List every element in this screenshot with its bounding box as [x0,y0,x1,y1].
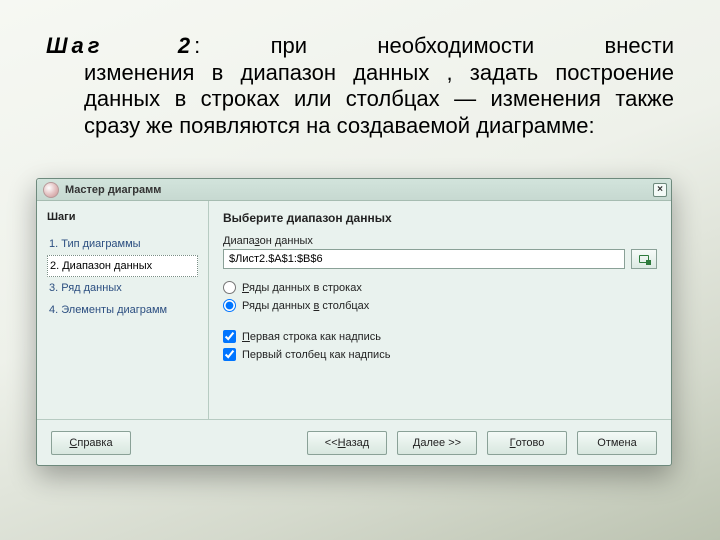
main-heading: Выберите диапазон данных [223,211,657,225]
finish-button[interactable]: Готово [487,431,567,455]
wizard-step[interactable]: 2. Диапазон данных [47,255,198,277]
rows-radio[interactable] [223,281,236,294]
wizard-footer: Справка <<Назад Далее >> Готово Отмена [37,419,671,465]
cols-radio-row[interactable]: Ряды данных в столбцах [223,299,657,312]
instruction-body-first: при необходимости внести [271,33,674,58]
range-picker-icon [639,255,649,263]
close-button[interactable]: × [653,183,667,197]
rows-radio-row[interactable]: Ряды данных в строках [223,281,657,294]
next-button[interactable]: Далее >> [397,431,477,455]
chart-wizard-dialog: Мастер диаграмм × Шаги 1. Тип диаграммы … [36,178,672,466]
first-row-label: Первая строка как надпись [242,331,381,343]
cancel-button[interactable]: Отмена [577,431,657,455]
first-col-label: Первый столбец как надпись [242,349,390,361]
instruction-body-rest: изменения в диапазон данных , задать пос… [46,60,674,140]
wizard-sidebar: Шаги 1. Тип диаграммы 2. Диапазон данных… [37,201,209,419]
instruction-sep: : [194,33,270,58]
first-col-checkbox[interactable] [223,348,236,361]
cols-radio[interactable] [223,299,236,312]
first-row-check-row[interactable]: Первая строка как надпись [223,330,657,343]
first-col-check-row[interactable]: Первый столбец как надпись [223,348,657,361]
range-label: Диапазон данных [223,235,657,247]
wizard-main: Выберите диапазон данных Диапазон данных… [209,201,671,419]
help-button[interactable]: Справка [51,431,131,455]
wizard-steps-list: 1. Тип диаграммы 2. Диапазон данных 3. Р… [47,233,198,321]
close-icon: × [657,185,663,195]
titlebar: Мастер диаграмм × [37,179,671,201]
wizard-step[interactable]: 1. Тип диаграммы [47,233,198,255]
wizard-step[interactable]: 4. Элементы диаграмм [47,299,198,321]
shrink-dialog-button[interactable] [631,249,657,269]
instruction-text: Шаг 2: при необходимости внести изменени… [46,6,674,167]
back-button[interactable]: <<Назад [307,431,387,455]
cols-radio-label: Ряды данных в столбцах [242,300,369,312]
rows-radio-label: Ряды данных в строках [242,282,362,294]
dialog-title: Мастер диаграмм [65,184,161,196]
instruction-lead: Шаг 2 [46,33,194,58]
app-icon [43,182,59,198]
data-range-input[interactable] [223,249,625,269]
wizard-step[interactable]: 3. Ряд данных [47,277,198,299]
first-row-checkbox[interactable] [223,330,236,343]
sidebar-heading: Шаги [47,211,198,223]
